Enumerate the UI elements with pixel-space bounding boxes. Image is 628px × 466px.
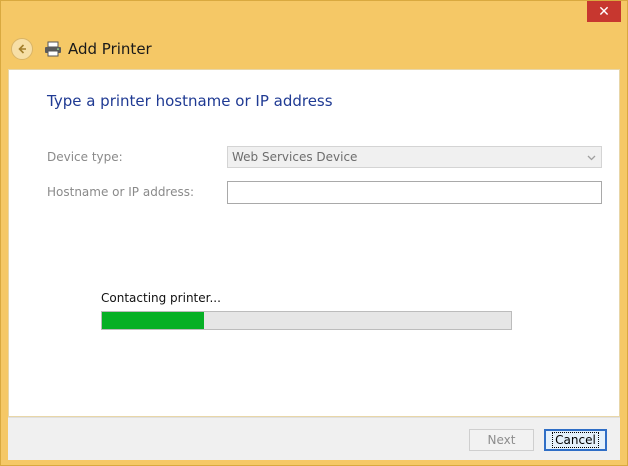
close-button[interactable]: ✕: [587, 1, 621, 22]
device-type-label: Device type:: [47, 150, 123, 164]
next-button-label: Next: [487, 433, 516, 447]
device-type-value: Web Services Device: [232, 150, 358, 164]
chevron-down-icon: [587, 155, 596, 161]
cancel-button[interactable]: Cancel: [544, 429, 607, 451]
add-printer-window: ✕ Add Printer Type a printer hostname or…: [0, 0, 628, 466]
wizard-title: Add Printer: [68, 40, 152, 58]
wizard-content: Type a printer hostname or IP address De…: [8, 69, 620, 417]
back-arrow-icon: [18, 44, 26, 54]
cancel-button-label: Cancel: [552, 432, 599, 448]
wizard-footer: Next Cancel: [8, 417, 620, 460]
progress-bar: [101, 311, 512, 330]
progress-bar-fill: [102, 312, 205, 329]
status-text: Contacting printer...: [101, 291, 221, 305]
device-type-select[interactable]: Web Services Device: [227, 146, 602, 168]
wizard-header: Add Printer: [11, 34, 152, 64]
hostname-input[interactable]: [227, 181, 602, 204]
back-button[interactable]: [11, 38, 33, 60]
printer-icon: [44, 41, 62, 57]
hostname-label: Hostname or IP address:: [47, 185, 195, 199]
next-button[interactable]: Next: [469, 429, 534, 451]
page-heading: Type a printer hostname or IP address: [47, 92, 333, 110]
close-icon: ✕: [598, 3, 610, 20]
